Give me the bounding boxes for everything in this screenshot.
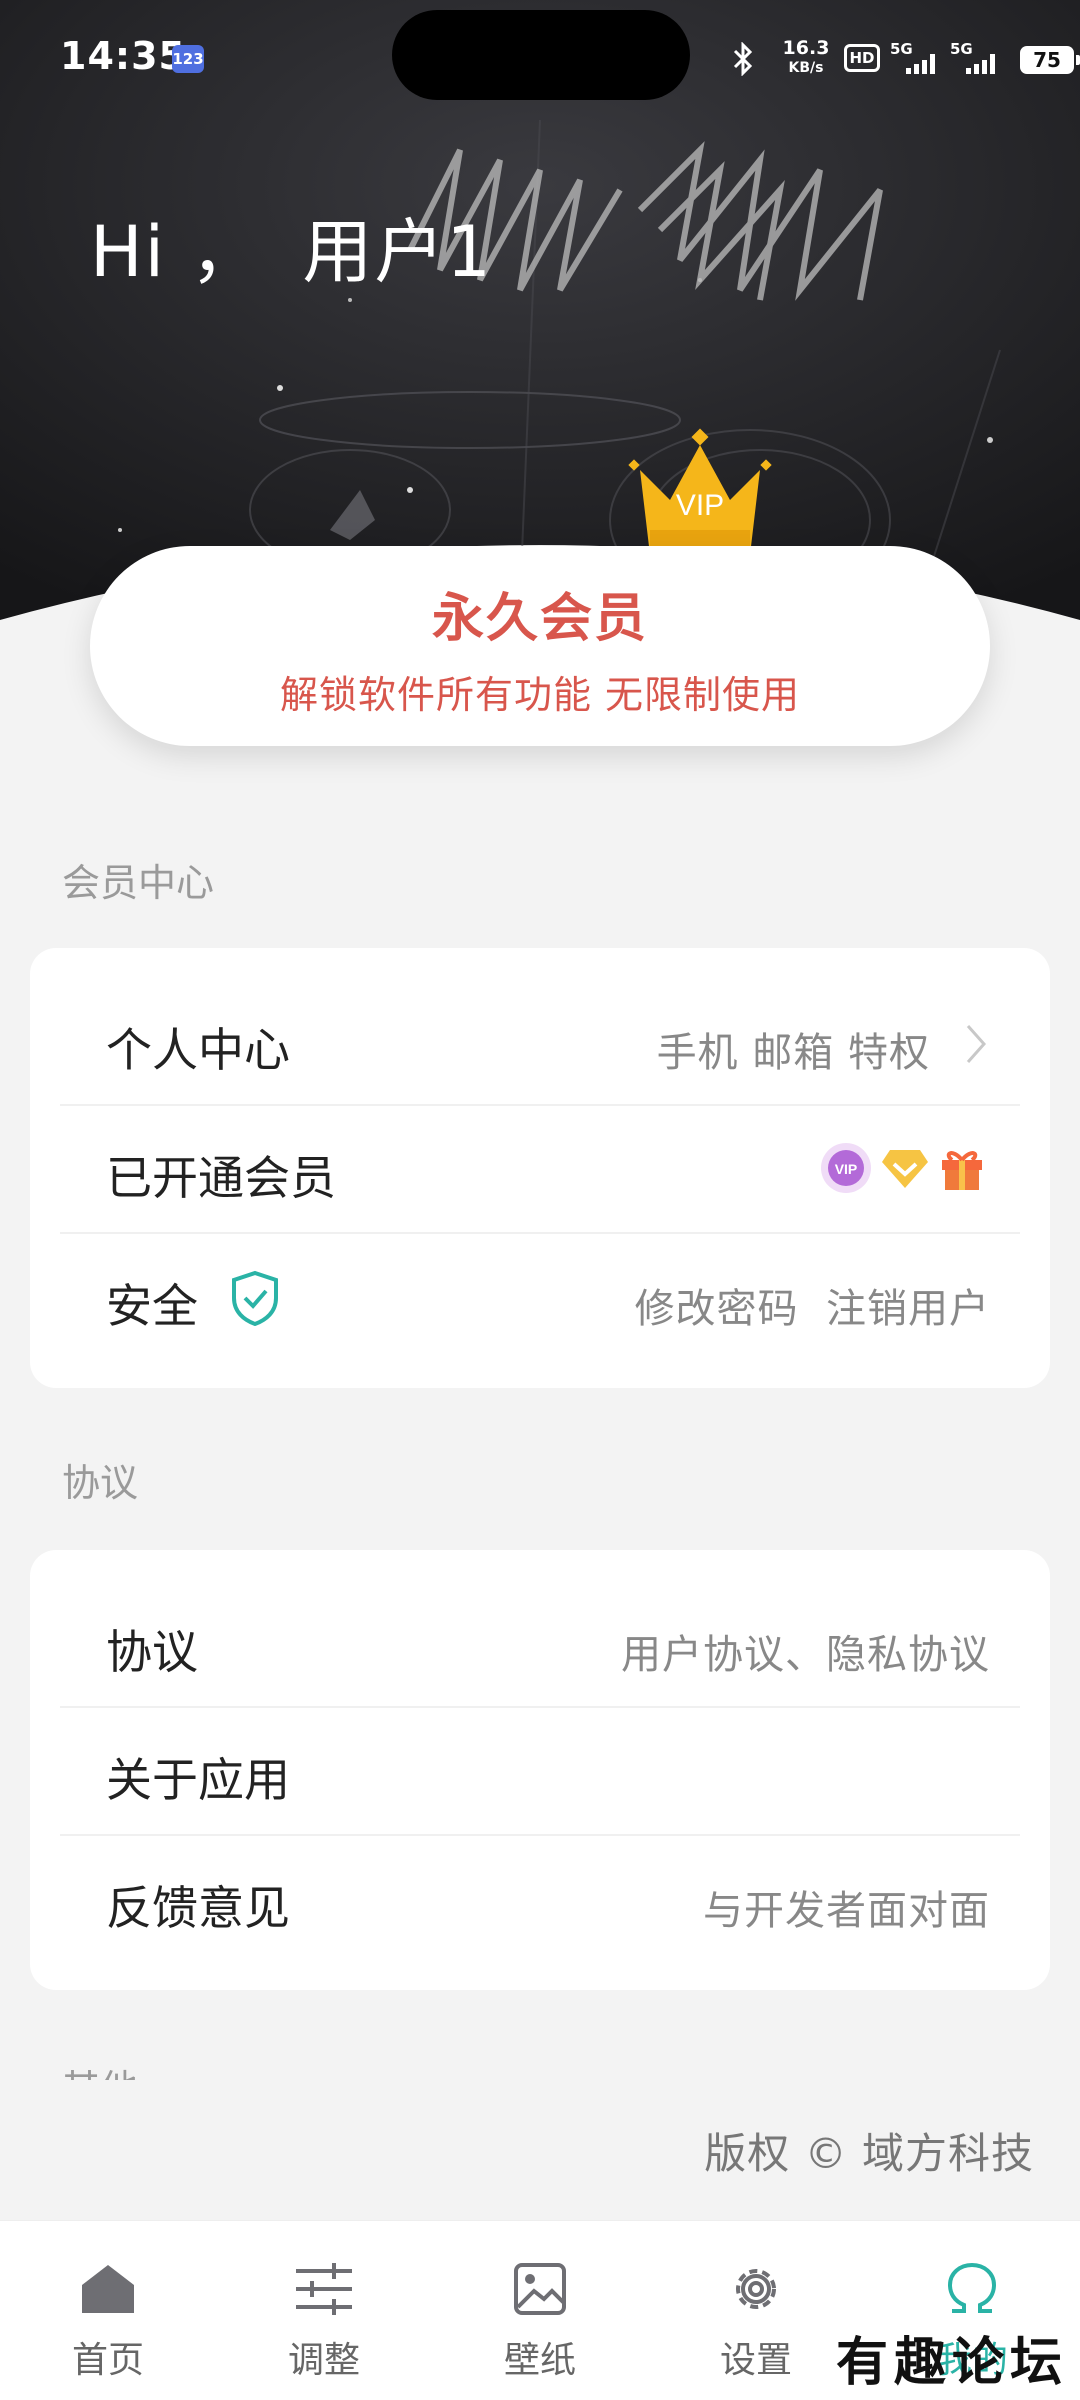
section-label-other: 其他 — [62, 2058, 138, 2080]
row-title: 个人中心 — [106, 1023, 290, 1077]
row-title: 安全 — [106, 1279, 198, 1333]
membership-badges: VIP — [820, 1142, 990, 1198]
row-value: 用户协议、隐私协议 — [621, 1632, 990, 1678]
row-personal-center[interactable]: 个人中心 手机 邮箱 特权 — [60, 978, 1020, 1106]
chevron-right-icon — [966, 1025, 987, 1063]
row-value: 手机 邮箱 特权 — [656, 1030, 930, 1076]
row-value: 修改密码 注销用户 — [634, 1286, 990, 1332]
speed-unit: KB/s — [788, 60, 824, 76]
username: 用户1 — [302, 211, 493, 293]
nav-item-wallpaper[interactable]: 壁纸 — [432, 2221, 648, 2400]
membership-subtitle: 解锁软件所有功能 无限制使用 — [279, 673, 801, 717]
greeting-hi: Hi ， — [90, 211, 263, 293]
row-value: 与开发者面对面 — [703, 1888, 990, 1934]
greeting: Hi ， 用户1 — [90, 196, 493, 297]
membership-title: 永久会员 — [431, 589, 648, 649]
profile-omega-icon — [947, 2262, 997, 2313]
gift-icon — [942, 1151, 982, 1190]
nav-label: 壁纸 — [503, 2340, 576, 2381]
diamond-icon — [882, 1150, 928, 1188]
row-agreement[interactable]: 协议 用户协议、隐私协议 — [60, 1580, 1020, 1708]
section-label-member-center: 会员中心 — [62, 861, 215, 905]
nav-item-home[interactable]: 首页 — [0, 2221, 216, 2400]
agreement-card: 协议 用户协议、隐私协议 关于应用 反馈意见 与开发者面对面 — [30, 1550, 1050, 1990]
nav-label: 设置 — [719, 2340, 792, 2381]
row-title: 协议 — [106, 1625, 198, 1679]
bluetooth-icon — [733, 42, 753, 76]
signal-bars-icon — [906, 54, 935, 74]
signal-bars-icon — [966, 54, 995, 74]
speed-value: 16.3 — [782, 37, 830, 59]
row-about-app[interactable]: 关于应用 — [60, 1708, 1020, 1836]
nav-item-adjust[interactable]: 调整 — [216, 2221, 432, 2400]
member-center-card: 个人中心 手机 邮箱 特权 已开通会员 VIP 安全 修改密码 注销用户 — [30, 948, 1050, 1388]
battery-icon: 75 — [1020, 46, 1080, 74]
row-title: 已开通会员 — [106, 1151, 336, 1205]
nav-label: 调整 — [287, 2340, 360, 2381]
crown-text: VIP — [676, 489, 724, 522]
nav-label: 首页 — [71, 2340, 144, 2381]
app-badge-icon: 123 — [172, 45, 204, 73]
nav-item-settings[interactable]: 设置 — [648, 2221, 864, 2400]
network-speed: 16.3 KB/s — [778, 38, 834, 78]
signal-icon: 5G — [950, 38, 1000, 78]
section-label-other-clip: 其他 — [62, 2058, 138, 2080]
signal-icon: 5G — [890, 38, 940, 78]
gear-icon — [736, 2269, 776, 2309]
section-label-agreement: 协议 — [62, 1461, 139, 1505]
camera-notch — [392, 10, 690, 100]
copyright-text: 版权 © 域方科技 — [704, 2129, 1034, 2178]
watermark: 有趣论坛 — [836, 2332, 1069, 2393]
row-title: 关于应用 — [106, 1753, 290, 1807]
row-feedback[interactable]: 反馈意见 与开发者面对面 — [60, 1836, 1020, 1964]
row-title: 反馈意见 — [106, 1881, 290, 1935]
status-time: 14:35 — [60, 34, 186, 78]
row-membership-opened[interactable]: 已开通会员 VIP — [60, 1106, 1020, 1234]
image-icon — [514, 2263, 566, 2315]
home-icon — [82, 2265, 134, 2313]
vip-crown-icon: VIP — [628, 428, 772, 555]
status-bar: 14:35 123 16.3 KB/s HD 5G 5G 75 — [0, 0, 1080, 120]
shield-check-icon — [232, 1270, 278, 1326]
svg-text:VIP: VIP — [835, 1161, 858, 1177]
membership-card[interactable]: 永久会员 解锁软件所有功能 无限制使用 — [90, 546, 990, 746]
vip-badge-icon: VIP — [821, 1143, 871, 1193]
row-security[interactable]: 安全 修改密码 注销用户 — [60, 1234, 1020, 1362]
sliders-icon — [296, 2263, 352, 2315]
hd-icon: HD — [844, 44, 880, 72]
